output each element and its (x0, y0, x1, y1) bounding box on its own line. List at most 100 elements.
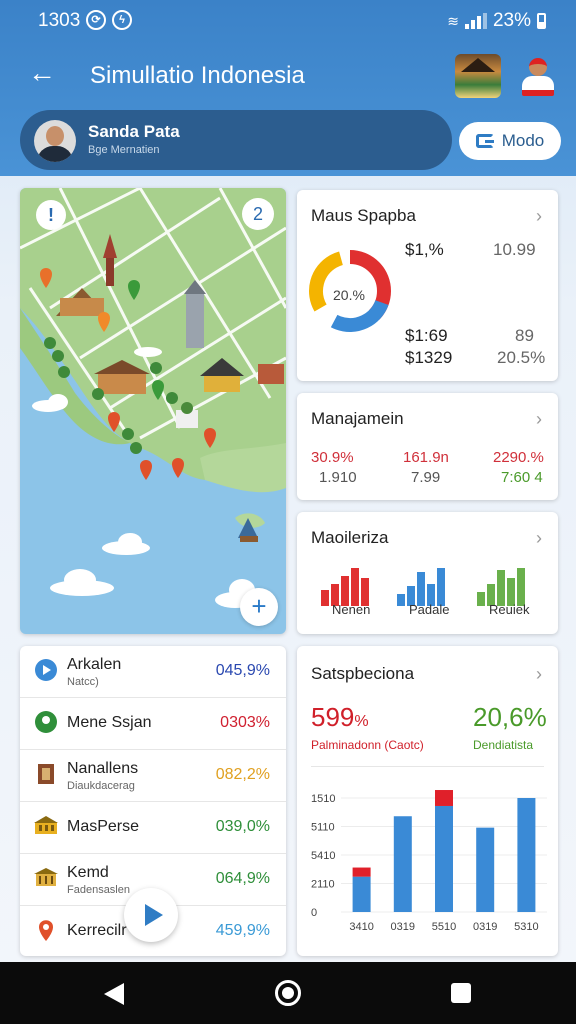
x-tick-label: 5310 (514, 921, 538, 933)
play-circle-icon (35, 659, 57, 681)
bar (435, 805, 453, 912)
system-nav-bar (0, 962, 576, 1024)
battery-icon (537, 13, 546, 29)
chevron-right-icon[interactable]: › (536, 528, 542, 549)
status-right: ≋ 23% (447, 10, 546, 32)
card-title: Maoileriza (311, 528, 389, 547)
bar-segment (435, 790, 453, 806)
list-item[interactable]: Arkalen Natcc) 045,9% (20, 646, 286, 698)
stat-value: 1.910 (319, 469, 357, 486)
user-profile-pill[interactable]: Sanda Pata Bge Mernatien (20, 110, 452, 170)
bar (352, 876, 371, 912)
divider (311, 766, 544, 767)
item-name: Arkalen (67, 656, 122, 673)
bar-segment (352, 867, 371, 877)
item-name: MasPerse (67, 818, 140, 835)
location-icon (39, 920, 53, 941)
value: $1329 (405, 348, 453, 367)
mini-bar (497, 570, 505, 606)
bar (476, 827, 495, 912)
x-tick-label: 0319 (391, 921, 415, 933)
mode-button[interactable]: Modo (459, 122, 561, 160)
mini-bar (477, 592, 485, 606)
zoom-in-button[interactable]: + (240, 588, 278, 626)
mini-bar (397, 594, 405, 606)
bar-chart: 1510 5110 5410 2110 0 3410 0319 5510 0319 5310 (311, 790, 547, 933)
profile-avatar[interactable] (516, 54, 560, 98)
value: 89 (515, 326, 534, 345)
play-button[interactable] (124, 888, 178, 942)
app-bar: ← Simullatio Indonesia (0, 48, 576, 104)
signal-icon (464, 13, 487, 29)
bar (393, 816, 412, 912)
indonesia-map[interactable]: ! 2 + (20, 188, 286, 634)
mobilization-card[interactable]: Maoileriza › Nenen Padale Reuiek (297, 512, 558, 634)
item-percent: 0303% (220, 714, 270, 731)
wifi-icon: ≋ (447, 12, 459, 29)
list-item[interactable]: Mene Ssjan 0303% (20, 698, 286, 750)
stat-right-caption: Dendiatista (473, 738, 534, 752)
mode-icon (475, 134, 494, 148)
y-tick-label: 5410 (311, 850, 335, 862)
item-name: Mene Ssjan (67, 714, 152, 731)
sync-icon: ⟳ (86, 10, 106, 30)
mini-bar (417, 572, 425, 606)
stat-value: 7.99 (411, 469, 441, 486)
mini-bar (517, 568, 525, 606)
value: 10.99 (493, 240, 536, 259)
temple-icon (34, 816, 58, 834)
y-tick-label: 5110 (311, 822, 335, 834)
spending-card[interactable]: Maus Spapba › 20.% $1,% 10.99 $1:69 89 $… (297, 190, 558, 381)
mini-bar-group (397, 564, 445, 606)
temple-thumbnail[interactable] (455, 54, 501, 98)
nav-home-icon[interactable] (275, 980, 301, 1006)
item-name: Kemd (67, 864, 109, 881)
item-subtitle: Natcc) (67, 676, 99, 688)
item-percent: 045,9% (215, 662, 270, 679)
flash-icon: ϟ (112, 10, 132, 30)
item-subtitle: Diaukdacerag (67, 780, 135, 792)
map-count-badge[interactable]: 2 (242, 198, 274, 230)
group-label: Padale (409, 602, 450, 617)
stat-value: 7:60 4 (501, 469, 543, 486)
list-item[interactable]: Nanallens Diaukdacerag 082,2% (20, 750, 286, 802)
nav-recents-icon[interactable] (451, 983, 471, 1003)
stat-left: 599% (311, 702, 369, 733)
value: $1:69 (405, 326, 448, 345)
group-label: Nenen (332, 602, 371, 617)
mode-button-label: Modo (501, 131, 545, 150)
x-tick-label: 3410 (349, 921, 373, 933)
statistics-card[interactable]: Satspbeciona › 599% 20,6% Palminadonn (C… (297, 646, 558, 956)
chevron-right-icon[interactable]: › (536, 206, 542, 227)
page-title: Simullatio Indonesia (90, 62, 305, 89)
y-tick-label: 1510 (311, 793, 335, 805)
item-percent: 459,9% (215, 922, 270, 939)
info-icon[interactable]: ! (36, 200, 66, 230)
stat-value: 2290.% (493, 449, 544, 466)
value: $1,% (405, 240, 444, 259)
avatar (34, 120, 76, 162)
item-percent: 082,2% (215, 766, 270, 783)
map-canvas (20, 188, 286, 608)
stat-left-caption: Palminadonn (Caotc) (311, 738, 424, 752)
item-percent: 039,0% (215, 818, 270, 835)
battery-percent: 23% (492, 10, 531, 31)
back-arrow-icon[interactable]: ← (28, 58, 58, 88)
value: 20.5% (497, 348, 546, 367)
user-subtitle: Bge Mernatien (88, 144, 160, 156)
nav-back-icon[interactable] (104, 983, 124, 1005)
map-pin-icon (35, 711, 57, 733)
chevron-right-icon[interactable]: › (536, 664, 542, 685)
status-bar: 1303 ⟳ ϟ ≋ 23% (0, 0, 576, 42)
x-tick-label: 5510 (432, 921, 456, 933)
card-title: Satspbeciona (311, 664, 415, 683)
group-label: Reuiek (489, 602, 530, 617)
museum-icon (34, 868, 58, 886)
mini-bar-group (477, 564, 525, 606)
status-time: 1303 (38, 10, 81, 31)
management-card[interactable]: Manajamein › 30.9% 1.910 161.9n 7.99 229… (297, 393, 558, 500)
stat-right-value: 20,6% (473, 702, 547, 732)
list-item[interactable]: MasPerse 039,0% (20, 802, 286, 854)
chevron-right-icon[interactable]: › (536, 409, 542, 430)
card-title: Manajamein (311, 409, 404, 428)
